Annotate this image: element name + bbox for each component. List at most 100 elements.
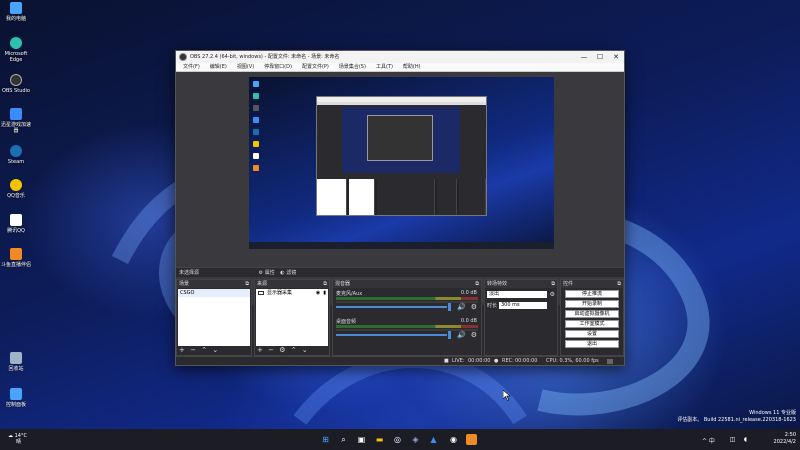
desktop-icon-recycle-bin[interactable]: 回收站 [0, 352, 32, 372]
remove-scene-button[interactable]: − [190, 346, 196, 354]
watermark-build: 评估副本。 Build 22581.ni_release.220318-1623 [677, 417, 796, 423]
settings-button[interactable]: 设置 [565, 330, 619, 338]
move-source-up-button[interactable]: ⌃ [291, 346, 297, 354]
start-windows-icon[interactable]: ⊞ [320, 434, 331, 445]
scene-item-csgo[interactable]: CSGO [178, 289, 250, 297]
desktop-icon-qq[interactable]: 腾讯QQ [0, 214, 32, 234]
volume-slider[interactable] [336, 334, 447, 336]
source-settings-gear-icon[interactable]: ⚙ [279, 346, 285, 354]
track-db: 0.0 dB [460, 318, 477, 324]
transitions-title: 转场特效 [487, 281, 508, 287]
speaker-icon[interactable]: ◖ [740, 434, 751, 445]
transitions-dock: 转场特效 ⧉ 淡出 ⚙ 时长 300 ms [484, 279, 558, 356]
add-source-button[interactable]: + [257, 346, 263, 354]
desktop-icon-edge[interactable]: Microsoft Edge [0, 37, 32, 63]
undock-icon[interactable]: ⧉ [323, 280, 327, 288]
properties-button[interactable]: 属性 [265, 270, 275, 276]
preview-canvas[interactable] [249, 77, 554, 249]
undock-icon[interactable]: ⧉ [617, 280, 621, 288]
gear-icon[interactable]: ⚙ [471, 331, 477, 339]
move-scene-down-button[interactable]: ⌄ [212, 346, 218, 354]
taskbar-clock[interactable]: 2:50 2022/4/2 [774, 432, 796, 446]
stop-streaming-button[interactable]: 停止推流 [565, 290, 619, 298]
menu-scene-collection[interactable]: 场景集合(S) [334, 63, 371, 71]
start-recording-button[interactable]: 开始录制 [565, 300, 619, 308]
menu-edit[interactable]: 编辑(E) [205, 63, 232, 71]
minimize-button[interactable]: — [576, 51, 592, 63]
scenes-list: CSGO [178, 289, 250, 346]
preview-desktop-icon [253, 105, 259, 111]
source-toolbar: 未选择源 ⚙ 属性 ◐ 滤镜 [176, 267, 624, 277]
obs-window[interactable]: OBS 27.2.4 (64-bit, windows) - 配置文件: 未命名… [175, 50, 625, 366]
menu-help[interactable]: 帮助(H) [398, 63, 426, 71]
maximize-button[interactable]: ☐ [592, 51, 608, 63]
menu-view[interactable]: 视图(V) [232, 63, 259, 71]
steam-taskbar-icon[interactable]: ◈ [410, 434, 421, 445]
add-scene-button[interactable]: + [179, 346, 185, 354]
move-source-down-button[interactable]: ⌄ [302, 346, 308, 354]
desktop-icon-qqmusic[interactable]: QQ音乐 [0, 179, 32, 199]
task-view-icon[interactable]: ▣ [356, 434, 367, 445]
menu-docks[interactable]: 停靠窗口(D) [259, 63, 297, 71]
qq-penguin-icon [10, 214, 22, 226]
desktop-icon-computer[interactable]: 我的电脑 [0, 2, 32, 22]
accelerator-taskbar-icon[interactable]: ▲ [428, 434, 439, 445]
obs-studio-taskbar-icon[interactable]: ◉ [448, 434, 459, 445]
weather-widget[interactable]: ☁ 14°C 晴 [8, 433, 27, 445]
undock-icon[interactable]: ⧉ [245, 280, 249, 288]
visibility-eye-icon[interactable]: ◉ [316, 289, 320, 297]
undock-icon[interactable]: ⧉ [475, 280, 479, 288]
desktop-icon-accelerator[interactable]: 迅星游戏加速器 [0, 108, 32, 134]
gear-icon[interactable]: ⚙ [550, 291, 555, 298]
qqmusic-icon [10, 179, 22, 191]
douyu-taskbar-icon[interactable] [466, 434, 477, 445]
remove-source-button[interactable]: − [268, 346, 274, 354]
start-virtual-camera-button[interactable]: 启动虚拟摄像机 [565, 310, 619, 318]
gear-icon[interactable]: ⚙ [471, 303, 477, 311]
menu-file[interactable]: 文件(F) [178, 63, 205, 71]
track-name: 桌面音频 [336, 319, 357, 325]
transition-type-row: 淡出 ⚙ [487, 290, 555, 299]
desktop-icon-steam[interactable]: Steam [0, 145, 32, 165]
obs-titlebar[interactable]: OBS 27.2.4 (64-bit, windows) - 配置文件: 未命名… [176, 51, 624, 63]
rec-label: REC: [502, 358, 514, 364]
close-button[interactable]: ✕ [608, 51, 624, 63]
desktop-icon-control-panel[interactable]: 控制面板 [0, 388, 32, 408]
desktop-icon-douyu[interactable]: 斗鱼直播伴侣 [0, 248, 32, 268]
obs-window-title: OBS 27.2.4 (64-bit, windows) - 配置文件: 未命名… [190, 54, 340, 60]
obs-app-icon [179, 53, 187, 61]
system-tray[interactable]: ^ 中 [702, 436, 715, 445]
duration-input[interactable]: 300 ms [499, 302, 547, 309]
sources-footer: + − ⚙ ⌃ ⌄ [255, 346, 329, 355]
menu-tools[interactable]: 工具(T) [371, 63, 398, 71]
filters-button[interactable]: 滤镜 [286, 270, 296, 276]
studio-mode-button[interactable]: 工作室模式 [565, 320, 619, 328]
preview-desktop-icon [253, 165, 259, 171]
exit-button[interactable]: 退出 [565, 340, 619, 348]
source-item-display-capture[interactable]: 显示器采集 ◉ ▮ [256, 289, 328, 297]
obs-taskbar-icon[interactable]: ◎ [392, 434, 403, 445]
rec-time: 00:00:00 [515, 358, 538, 364]
mixer-track-mic: 麦克风/Aux 0.0 dB 🔊 ⚙ [335, 290, 479, 314]
volume-slider-handle[interactable] [448, 303, 451, 311]
lock-icon[interactable]: ▮ [323, 289, 326, 297]
accelerator-icon [10, 108, 22, 120]
duration-label: 时长 [487, 303, 498, 309]
desktop-icon-obs[interactable]: OBS Studio [0, 74, 32, 94]
volume-slider[interactable] [336, 306, 447, 308]
network-icon[interactable]: ◫ [727, 434, 738, 445]
transition-type-select[interactable]: 淡出 [487, 291, 547, 298]
move-scene-up-button[interactable]: ⌃ [201, 346, 207, 354]
audio-mixer-dock: 混音器 ⧉ 麦克风/Aux 0.0 dB 🔊 ⚙ 桌面音频 0.0 dB 🔊 ⚙ [332, 279, 482, 356]
scenes-dock-title: 场景 ⧉ [177, 280, 251, 288]
watermark-edition: Windows 11 专业版 [749, 410, 796, 416]
speaker-icon[interactable]: 🔊 [457, 331, 466, 339]
undock-icon[interactable]: ⧉ [551, 280, 555, 288]
speaker-icon[interactable]: 🔊 [457, 303, 466, 311]
volume-slider-handle[interactable] [448, 331, 451, 339]
menu-profile[interactable]: 配置文件(P) [297, 63, 334, 71]
volume-meter [336, 297, 478, 300]
search-icon[interactable]: ⌕ [338, 434, 349, 445]
preview-desktop-icon [253, 93, 259, 99]
file-explorer-icon[interactable]: ▬ [374, 434, 385, 445]
